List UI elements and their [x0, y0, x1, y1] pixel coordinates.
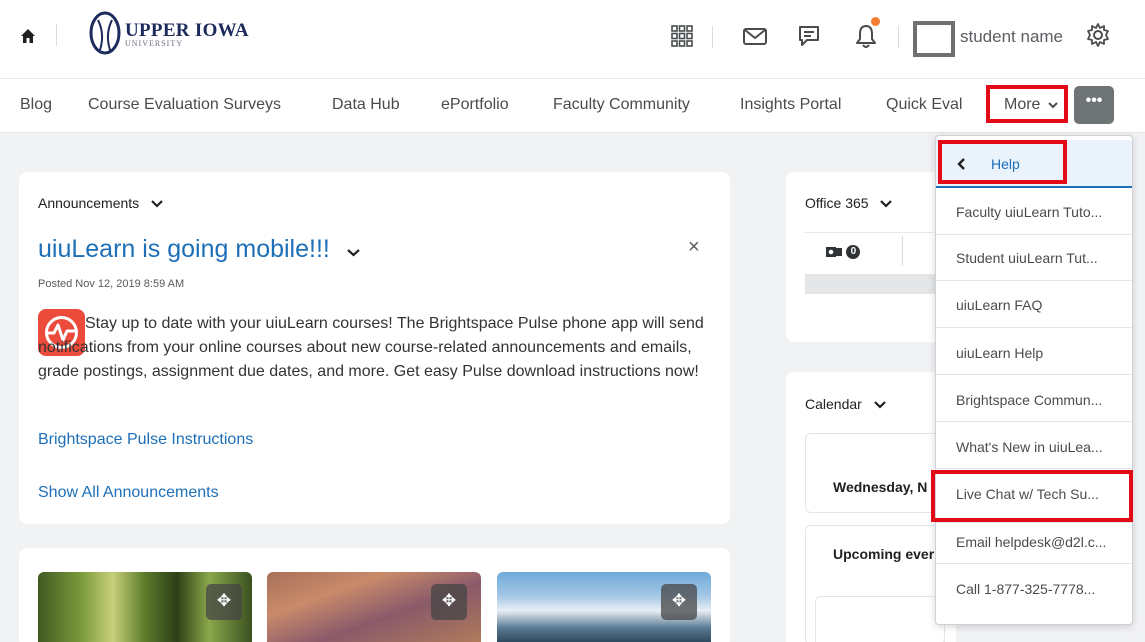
home-icon[interactable]	[20, 28, 36, 44]
divider	[936, 280, 1132, 281]
nav-item-quick-eval[interactable]: Quick Eval	[886, 96, 962, 114]
course-tile-image[interactable]: ✥	[267, 572, 481, 642]
logo-emblem-icon	[89, 11, 121, 55]
menu-item-email-helpdesk[interactable]: Email helpdesk@d2l.c...	[956, 534, 1106, 550]
menu-item-student-tutorials[interactable]: Student uiuLearn Tut...	[956, 250, 1098, 266]
username[interactable]: student name	[960, 27, 1063, 47]
course-tile-image[interactable]: ✥	[497, 572, 711, 642]
office365-header-label: Office 365	[805, 195, 869, 211]
logo-subtitle: UNIVERSITY	[125, 39, 183, 48]
calendar-day-box[interactable]: Wednesday, N	[805, 433, 945, 513]
more-options-button[interactable]: •••	[1074, 86, 1114, 124]
gear-icon[interactable]	[1084, 21, 1112, 49]
office365-header[interactable]: Office 365	[805, 195, 893, 211]
menu-item-uiulearn-faq[interactable]: uiuLearn FAQ	[956, 297, 1042, 313]
outlook-count: 0	[846, 245, 861, 259]
nav-item-faculty-community[interactable]: Faculty Community	[553, 96, 690, 114]
announcement-body: Stay up to date with your uiuLearn cours…	[38, 315, 704, 380]
outlook-tab[interactable]: 0	[826, 245, 861, 264]
menu-item-call-support[interactable]: Call 1-877-325-7778...	[956, 581, 1095, 597]
divider	[936, 468, 1132, 469]
nav-item-blog[interactable]: Blog	[20, 96, 52, 114]
divider	[936, 522, 1132, 523]
divider	[936, 234, 1132, 235]
live-chat-highlight	[931, 470, 1133, 522]
more-button[interactable]: More	[1004, 96, 1058, 114]
chevron-left-icon[interactable]	[957, 158, 967, 170]
upcoming-events-box[interactable]: Upcoming ever	[805, 525, 945, 642]
close-icon[interactable]: ×	[688, 236, 700, 259]
logo[interactable]: UPPER IOWA UNIVERSITY	[85, 10, 255, 58]
divider	[712, 26, 713, 48]
chevron-down-icon	[347, 249, 360, 257]
pulse-instructions-link[interactable]: Brightspace Pulse Instructions	[38, 431, 253, 449]
apps-grid-icon[interactable]	[668, 22, 696, 50]
show-all-announcements-link[interactable]: Show All Announcements	[38, 484, 219, 502]
menu-item-brightspace-community[interactable]: Brightspace Commun...	[956, 392, 1102, 408]
pin-icon[interactable]: ✥	[661, 584, 697, 620]
calendar-header-label: Calendar	[805, 396, 862, 412]
chevron-down-icon	[151, 200, 163, 208]
pin-icon[interactable]: ✥	[206, 584, 242, 620]
outlook-icon	[826, 247, 842, 257]
nav-bar: Blog Course Evaluation Surveys Data Hub …	[0, 78, 1145, 133]
announcements-header-label: Announcements	[38, 195, 140, 211]
calendar-day-label: Wednesday, N	[833, 479, 928, 495]
divider	[936, 327, 1132, 328]
chat-icon[interactable]	[795, 22, 823, 50]
avatar[interactable]	[913, 21, 955, 57]
upcoming-events-inner	[815, 596, 945, 642]
nav-item-eportfolio[interactable]: ePortfolio	[441, 96, 509, 114]
mail-icon[interactable]	[741, 22, 769, 50]
menu-item-faculty-tutorials[interactable]: Faculty uiuLearn Tuto...	[956, 204, 1102, 220]
divider	[936, 374, 1132, 375]
more-label: More	[1004, 96, 1041, 113]
pin-icon[interactable]: ✥	[431, 584, 467, 620]
announcement-date: Posted Nov 12, 2019 8:59 AM	[38, 278, 185, 290]
nav-item-data-hub[interactable]: Data Hub	[332, 96, 400, 114]
announcement-title[interactable]: uiuLearn is going mobile!!!	[38, 235, 360, 264]
upcoming-events-label: Upcoming ever	[833, 546, 935, 562]
nav-item-insights-portal[interactable]: Insights Portal	[740, 96, 841, 114]
divider	[898, 26, 899, 48]
course-tile-image[interactable]: ✥	[38, 572, 252, 642]
announcements-header[interactable]: Announcements	[38, 195, 163, 211]
top-bar: UPPER IOWA UNIVERSITY student name	[0, 0, 1145, 78]
chevron-down-icon	[1048, 102, 1058, 109]
divider	[936, 563, 1132, 564]
chevron-down-icon	[873, 401, 886, 409]
office365-placeholder	[805, 274, 935, 294]
divider	[902, 236, 903, 266]
divider	[56, 24, 57, 46]
help-back-label[interactable]: Help	[991, 156, 1020, 172]
bell-icon[interactable]	[852, 22, 880, 50]
divider	[936, 421, 1132, 422]
announcement-title-text: uiuLearn is going mobile!!!	[38, 235, 330, 263]
chevron-down-icon	[880, 200, 893, 208]
calendar-header[interactable]: Calendar	[805, 396, 886, 412]
nav-item-course-evaluation-surveys[interactable]: Course Evaluation Surveys	[88, 96, 281, 114]
menu-item-uiulearn-help[interactable]: uiuLearn Help	[956, 345, 1043, 361]
notification-dot	[871, 17, 880, 26]
menu-item-whats-new[interactable]: What's New in uiuLea...	[956, 439, 1103, 455]
